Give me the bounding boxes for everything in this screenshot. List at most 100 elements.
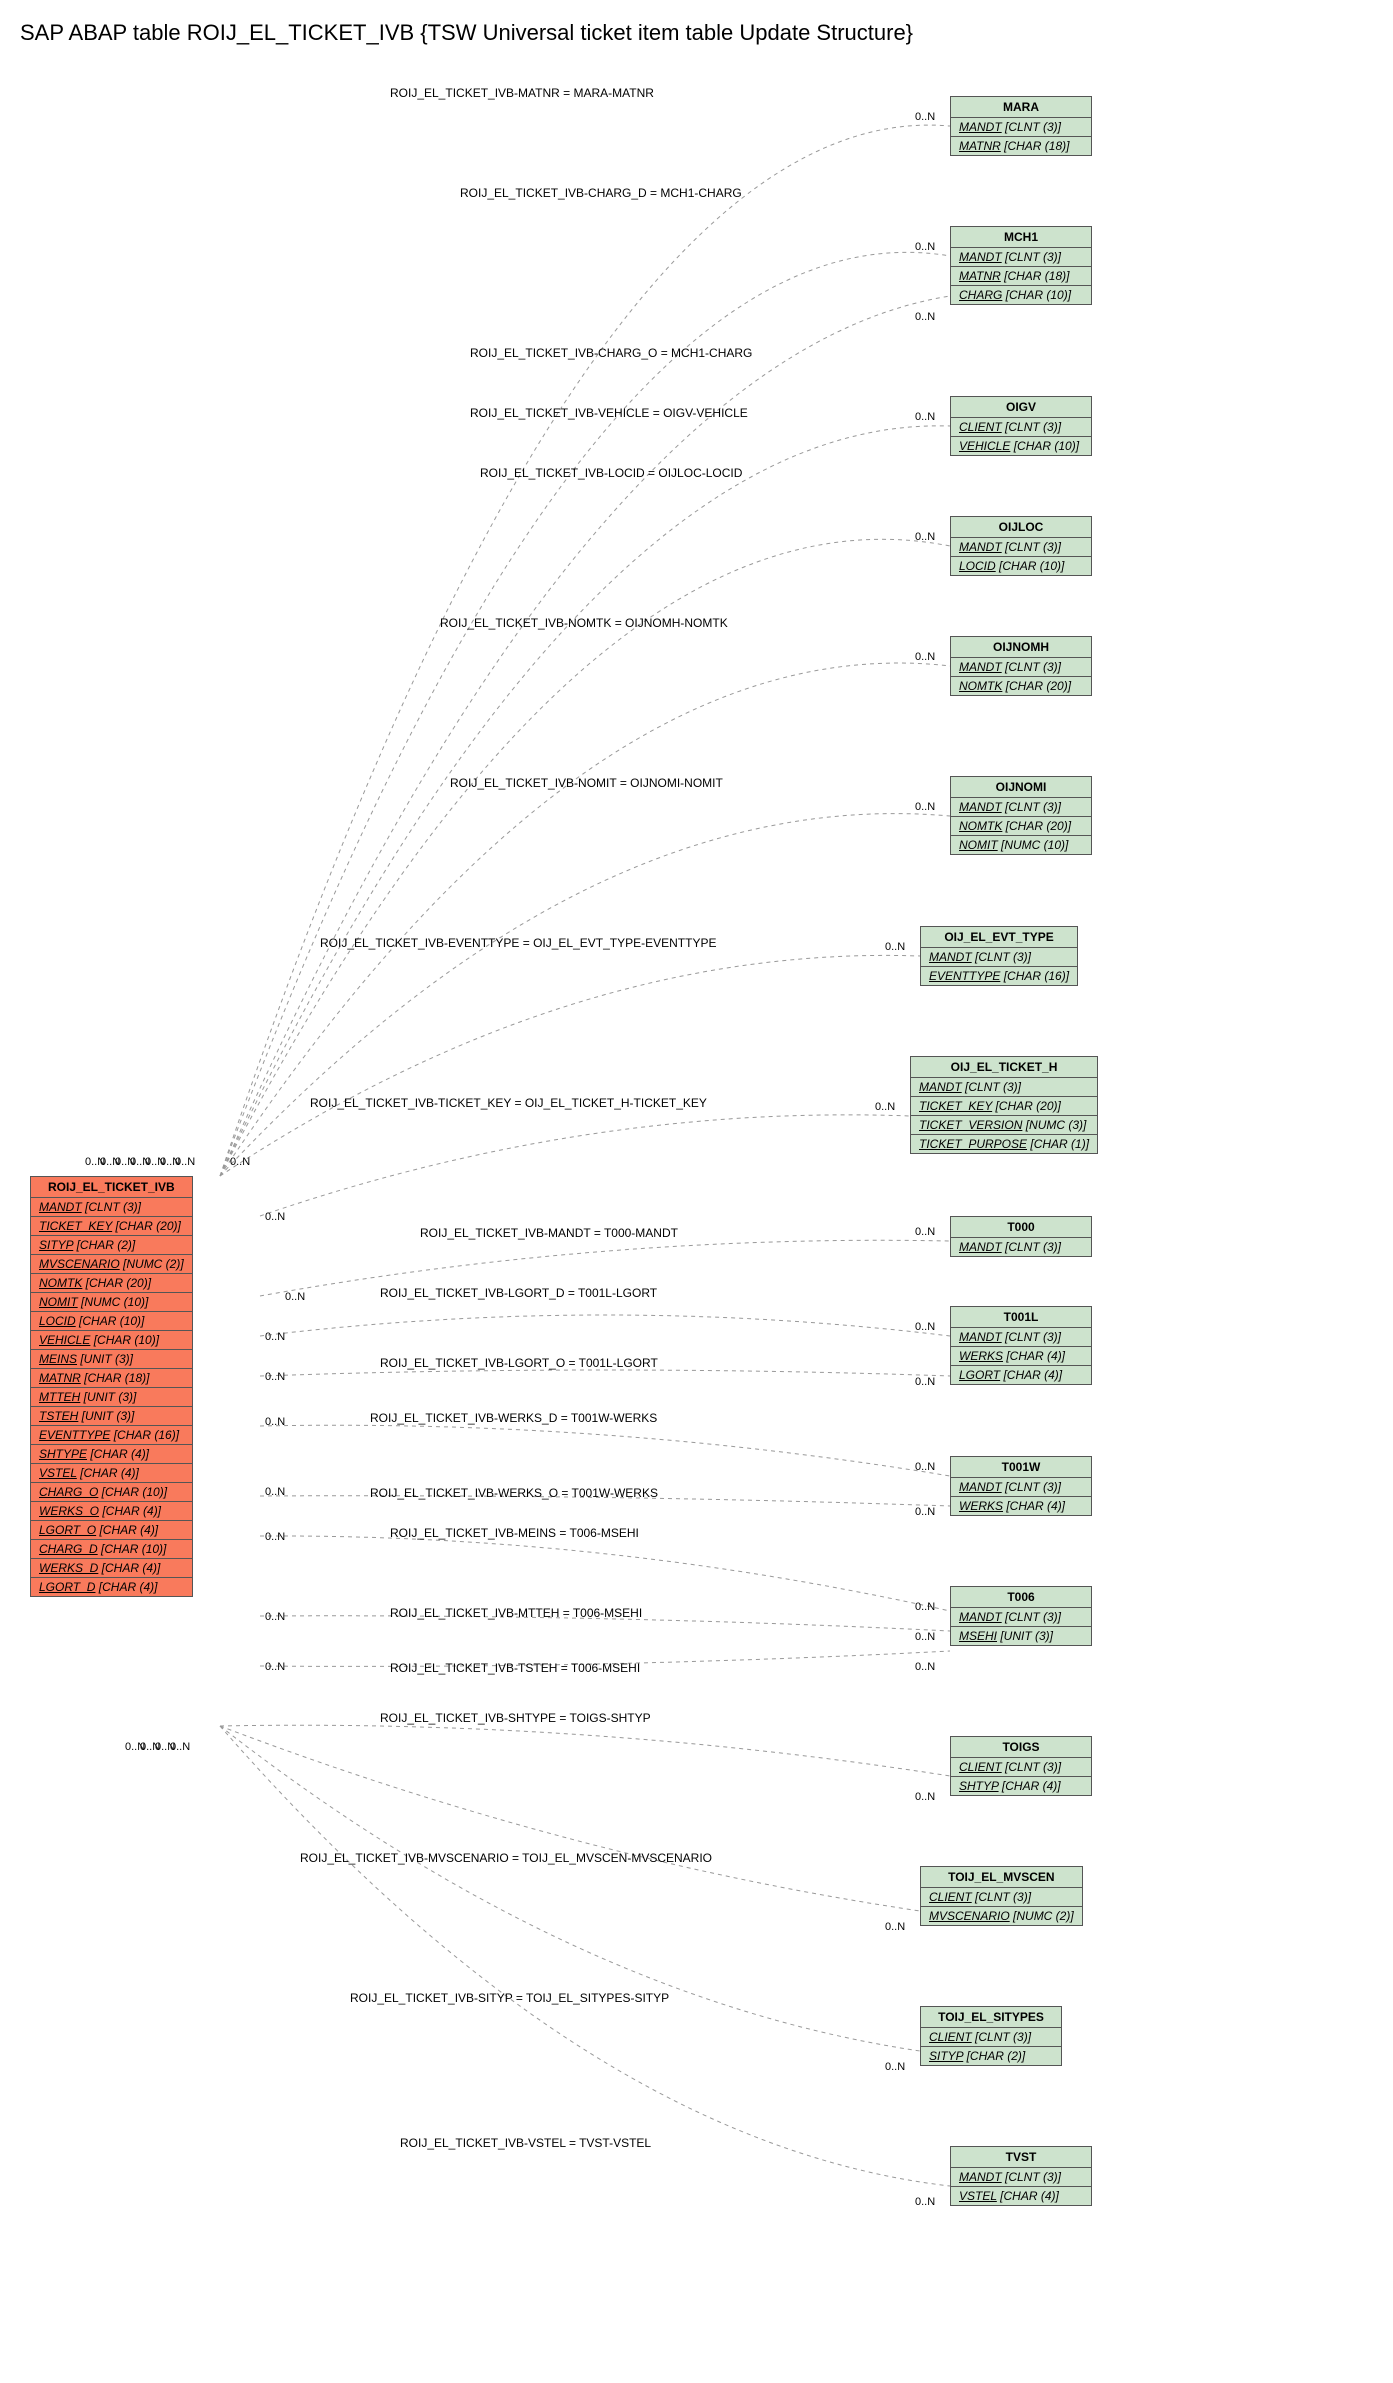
table-field: SITYP [CHAR (2)] [921,2047,1061,2065]
relation-label: ROIJ_EL_TICKET_IVB-MATNR = MARA-MATNR [390,86,654,100]
table-field: MANDT [CLNT (3)] [951,538,1091,557]
table-field: SHTYPE [CHAR (4)] [31,1445,192,1464]
cardinality-label: 0..N [915,1631,935,1643]
table-field: MATNR [CHAR (18)] [31,1369,192,1388]
relation-label: ROIJ_EL_TICKET_IVB-NOMTK = OIJNOMH-NOMTK [440,616,728,630]
table-name: TOIGS [951,1737,1091,1758]
table-field: CLIENT [CLNT (3)] [921,1888,1082,1907]
cardinality-label: 0..N [875,1101,895,1113]
ref-table-mch1: MCH1MANDT [CLNT (3)]MATNR [CHAR (18)]CHA… [950,226,1092,305]
ref-table-oij_el_ticket_h: OIJ_EL_TICKET_HMANDT [CLNT (3)]TICKET_KE… [910,1056,1098,1154]
table-field: WERKS_D [CHAR (4)] [31,1559,192,1578]
cardinality-label: 0..N [915,1461,935,1473]
table-field: MANDT [CLNT (3)] [951,118,1091,137]
cardinality-label: 0..N [265,1371,285,1383]
table-field: MANDT [CLNT (3)] [951,1328,1091,1347]
ref-table-toij_el_mvscen: TOIJ_EL_MVSCENCLIENT [CLNT (3)]MVSCENARI… [920,1866,1083,1926]
cardinality-label: 0..N [915,1376,935,1388]
table-field: MANDT [CLNT (3)] [951,658,1091,677]
table-field: NOMTK [CHAR (20)] [951,677,1091,695]
table-field: CLIENT [CLNT (3)] [951,418,1091,437]
table-field: VSTEL [CHAR (4)] [951,2187,1091,2205]
cardinality-label: 0..N [915,241,935,253]
cardinality-label: 0..N [265,1331,285,1343]
table-field: NOMTK [CHAR (20)] [951,817,1091,836]
table-field: WERKS_O [CHAR (4)] [31,1502,192,1521]
relation-label: ROIJ_EL_TICKET_IVB-MEINS = T006-MSEHI [390,1526,639,1540]
cardinality-label: 0..N [265,1611,285,1623]
relation-label: ROIJ_EL_TICKET_IVB-VEHICLE = OIGV-VEHICL… [470,406,748,420]
table-field: MANDT [CLNT (3)] [31,1198,192,1217]
cardinality-label: 0..N [915,1601,935,1613]
relation-label: ROIJ_EL_TICKET_IVB-LGORT_D = T001L-LGORT [380,1286,657,1300]
table-name: OIGV [951,397,1091,418]
cardinality-label: 0..N [885,1921,905,1933]
table-field: CHARG_D [CHAR (10)] [31,1540,192,1559]
cardinality-label: 0..N [265,1416,285,1428]
table-field: WERKS [CHAR (4)] [951,1497,1091,1515]
table-name: MARA [951,97,1091,118]
relation-label: ROIJ_EL_TICKET_IVB-TICKET_KEY = OIJ_EL_T… [310,1096,707,1110]
cardinality-label: 0..N [230,1156,250,1168]
table-field: CLIENT [CLNT (3)] [921,2028,1061,2047]
table-field: VEHICLE [CHAR (10)] [31,1331,192,1350]
table-field: MTTEH [UNIT (3)] [31,1388,192,1407]
table-field: SHTYP [CHAR (4)] [951,1777,1091,1795]
ref-table-t001w: T001WMANDT [CLNT (3)]WERKS [CHAR (4)] [950,1456,1092,1516]
cardinality-label: 0..N [885,941,905,953]
relation-label: ROIJ_EL_TICKET_IVB-WERKS_O = T001W-WERKS [370,1486,658,1500]
table-field: VEHICLE [CHAR (10)] [951,437,1091,455]
cardinality-label: 0..N [915,1506,935,1518]
relation-label: ROIJ_EL_TICKET_IVB-MANDT = T000-MANDT [420,1226,678,1240]
cardinality-label: 0..N [915,531,935,543]
cardinality-label: 0..N [265,1661,285,1673]
cardinality-label: 0..N [885,2061,905,2073]
table-field: MANDT [CLNT (3)] [951,798,1091,817]
relation-label: ROIJ_EL_TICKET_IVB-MVSCENARIO = TOIJ_EL_… [300,1851,712,1865]
table-field: TICKET_KEY [CHAR (20)] [911,1097,1097,1116]
table-field: WERKS [CHAR (4)] [951,1347,1091,1366]
table-field: TICKET_VERSION [NUMC (3)] [911,1116,1097,1135]
ref-table-t001l: T001LMANDT [CLNT (3)]WERKS [CHAR (4)]LGO… [950,1306,1092,1385]
table-field: LGORT_D [CHAR (4)] [31,1578,192,1596]
main-table-roij_el_ticket_ivb: ROIJ_EL_TICKET_IVBMANDT [CLNT (3)]TICKET… [30,1176,193,1597]
table-name: OIJNOMH [951,637,1091,658]
er-canvas: ROIJ_EL_TICKET_IVBMANDT [CLNT (3)]TICKET… [20,56,1370,2356]
cardinality-label: 0..N [915,1226,935,1238]
relation-label: ROIJ_EL_TICKET_IVB-CHARG_D = MCH1-CHARG [460,186,742,200]
table-field: MVSCENARIO [NUMC (2)] [31,1255,192,1274]
table-field: LGORT [CHAR (4)] [951,1366,1091,1384]
table-field: MANDT [CLNT (3)] [921,948,1077,967]
cardinality-label: 0..N [915,111,935,123]
relation-label: ROIJ_EL_TICKET_IVB-SITYP = TOIJ_EL_SITYP… [350,1991,669,2005]
table-name: OIJ_EL_EVT_TYPE [921,927,1077,948]
page-title: SAP ABAP table ROIJ_EL_TICKET_IVB {TSW U… [20,20,1373,46]
table-field: MANDT [CLNT (3)] [951,2168,1091,2187]
relation-label: ROIJ_EL_TICKET_IVB-CHARG_O = MCH1-CHARG [470,346,752,360]
table-field: MANDT [CLNT (3)] [951,248,1091,267]
table-name: T000 [951,1217,1091,1238]
relation-label: ROIJ_EL_TICKET_IVB-VSTEL = TVST-VSTEL [400,2136,651,2150]
table-field: MANDT [CLNT (3)] [951,1608,1091,1627]
table-name: T001W [951,1457,1091,1478]
table-name: TOIJ_EL_SITYPES [921,2007,1061,2028]
cardinality-label: 0..N [915,2196,935,2208]
cardinality-label: 0..N [915,801,935,813]
ref-table-t006: T006MANDT [CLNT (3)]MSEHI [UNIT (3)] [950,1586,1092,1646]
table-field: TSTEH [UNIT (3)] [31,1407,192,1426]
relation-label: ROIJ_EL_TICKET_IVB-LOCID = OIJLOC-LOCID [480,466,742,480]
cardinality-label: 0..N [285,1291,305,1303]
ref-table-toij_el_sitypes: TOIJ_EL_SITYPESCLIENT [CLNT (3)]SITYP [C… [920,2006,1062,2066]
ref-table-tvst: TVSTMANDT [CLNT (3)]VSTEL [CHAR (4)] [950,2146,1092,2206]
table-name: TOIJ_EL_MVSCEN [921,1867,1082,1888]
table-field: MATNR [CHAR (18)] [951,137,1091,155]
table-field: VSTEL [CHAR (4)] [31,1464,192,1483]
cardinality-label: 0..N [265,1211,285,1223]
relation-label: ROIJ_EL_TICKET_IVB-NOMIT = OIJNOMI-NOMIT [450,776,723,790]
table-field: MSEHI [UNIT (3)] [951,1627,1091,1645]
table-name: T001L [951,1307,1091,1328]
table-field: MANDT [CLNT (3)] [951,1238,1091,1256]
table-field: LOCID [CHAR (10)] [951,557,1091,575]
ref-table-oigv: OIGVCLIENT [CLNT (3)]VEHICLE [CHAR (10)] [950,396,1092,456]
relation-label: ROIJ_EL_TICKET_IVB-MTTEH = T006-MSEHI [390,1606,642,1620]
